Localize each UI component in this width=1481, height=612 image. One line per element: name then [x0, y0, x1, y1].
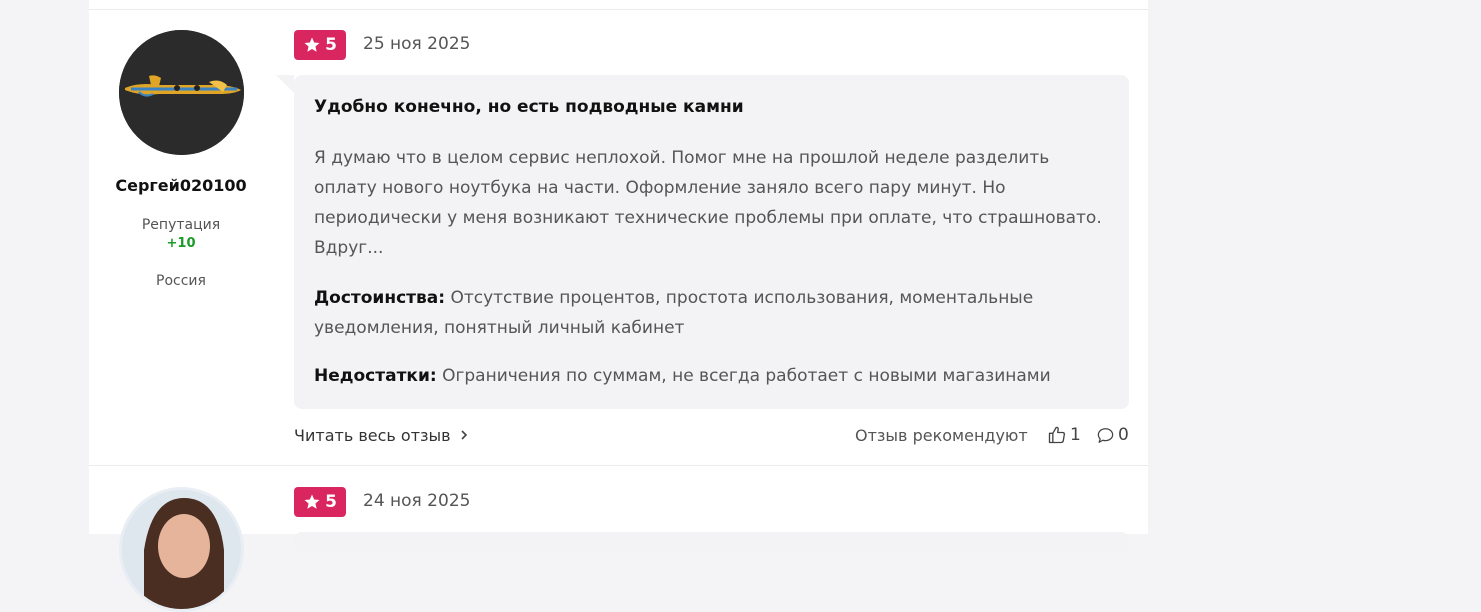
read-more-label: Читать весь отзыв — [294, 425, 451, 445]
author-country: Россия — [156, 273, 206, 289]
rating-value: 5 — [325, 492, 337, 512]
review-date: 24 ноя 2025 — [363, 491, 471, 511]
reputation-value: +10 — [166, 236, 196, 251]
review-content: Удобно конечно, но есть подводные камни … — [276, 75, 1129, 409]
star-icon — [304, 37, 320, 52]
comments-button[interactable]: 0 — [1096, 424, 1129, 446]
star-icon — [304, 494, 320, 509]
reviews-feed: Сергей020100 Репутация +10 Россия 5 25 н… — [89, 0, 1148, 612]
cons-label: Недостатки: — [314, 366, 437, 386]
review-cons: Недостатки: Ограничения по суммам, не вс… — [314, 361, 1124, 391]
comment-icon — [1097, 427, 1114, 443]
thumbs-up-icon — [1048, 426, 1066, 444]
review-title[interactable]: Удобно конечно, но есть подводные камни — [314, 97, 1114, 117]
read-full-review-link[interactable]: Читать весь отзыв — [294, 424, 469, 446]
like-button[interactable]: 1 — [1047, 424, 1081, 446]
review-date: 25 ноя 2025 — [363, 34, 471, 54]
author-avatar[interactable] — [119, 487, 244, 612]
like-count: 1 — [1070, 425, 1081, 445]
review-pros: Достоинства: Отсутствие процентов, прост… — [314, 283, 1114, 343]
review-body: Я думаю что в целом сервис неплохой. Пом… — [314, 148, 1102, 258]
chevron-right-icon — [461, 430, 467, 440]
recommend-label: Отзыв рекомендуют — [855, 425, 1028, 445]
divider — [89, 465, 1148, 466]
author-avatar[interactable] — [119, 30, 244, 155]
cons-text: Ограничения по суммам, не всегда работае… — [442, 366, 1051, 386]
divider — [89, 9, 1148, 10]
rating-badge: 5 — [294, 30, 346, 60]
review-content — [294, 532, 1129, 552]
rating-value: 5 — [325, 35, 337, 55]
author-name[interactable]: Сергей020100 — [89, 176, 273, 195]
comment-count: 0 — [1118, 425, 1129, 445]
reputation-label: Репутация — [141, 217, 221, 233]
rating-badge: 5 — [294, 487, 346, 517]
pros-label: Достоинства: — [314, 288, 446, 308]
